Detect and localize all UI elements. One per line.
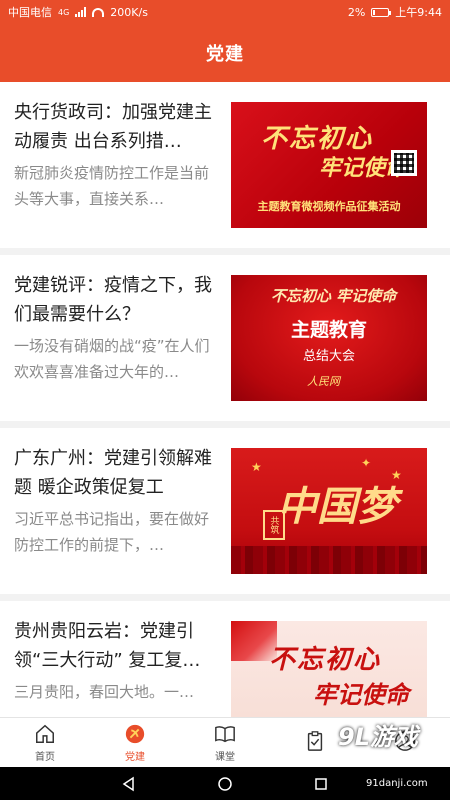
article-title: 党建锐评：疫情之下，我们最需要什么？ <box>14 275 212 325</box>
thumbnail-slogan: 牢记使命 <box>313 680 409 709</box>
signal-icon <box>75 7 87 17</box>
article-summary: 三月贵阳，春回大地。一… <box>14 683 195 701</box>
carrier-label: 中国电信 <box>8 6 52 19</box>
thumbnail-title: 主题教育 <box>290 319 367 341</box>
article-summary: 新冠肺炎疫情防控工作是当前头等大事，直接关系… <box>14 164 210 208</box>
tab-label: 党建 <box>125 751 145 763</box>
tab-label: 首页 <box>35 751 55 763</box>
party-emblem-icon <box>125 724 145 743</box>
article-title: 广东广州：党建引领解难题 暖企政策促复工 <box>14 448 212 498</box>
thumbnail-slogan: 不忘初心 <box>269 645 382 675</box>
book-icon <box>215 725 235 742</box>
tab-label: 课堂 <box>215 751 235 763</box>
article-thumbnail: ★ ★ ✦ 共筑 中国梦 <box>231 448 427 574</box>
thumbnail-slogan: 不忘初心 牢记使命 <box>271 287 397 305</box>
star-icon: ★ <box>251 460 262 474</box>
article-thumbnail: 不忘初心 牢记使命 主题教育微视频作品征集活动 <box>231 102 427 228</box>
home-icon <box>36 724 54 743</box>
article-card[interactable]: 贵州贵阳云岩：党建引领“三大行动” 复工复… 三月贵阳，春回大地。一… 不忘初心… <box>0 601 450 717</box>
clock: 上午9:44 <box>395 6 442 19</box>
battery-icon <box>371 7 392 17</box>
qr-code-icon <box>391 150 417 176</box>
wifi-icon <box>92 7 105 17</box>
thumbnail-headline: 中国梦 <box>277 483 397 530</box>
status-bar: 中国电信 4G 200K/s 2% 上午9:44 <box>0 0 450 24</box>
article-title: 贵州贵阳云岩：党建引领“三大行动” 复工复… <box>14 621 201 671</box>
article-card[interactable]: 党建锐评：疫情之下，我们最需要什么？ 一场没有硝烟的战“疫”在人们欢欢喜喜准备过… <box>0 255 450 421</box>
article-thumbnail: 不忘初心 牢记使命 主题教育 总结大会 人民网 <box>231 275 427 401</box>
watermark-url: 91danji.com <box>366 778 428 789</box>
thumbnail-subtitle: 总结大会 <box>302 349 355 364</box>
thumbnail-logo: 人民网 <box>307 375 340 388</box>
clipboard-icon <box>307 731 323 751</box>
tab-party-building[interactable]: 党建 <box>90 718 180 767</box>
watermark-logo: 9L游戏 <box>338 722 418 751</box>
article-card[interactable]: 广东广州：党建引领解难题 暖企政策促复工 习近平总书记指出，要在做好防控工作的前… <box>0 428 450 594</box>
article-thumbnail: 不忘初心 牢记使命 <box>231 621 427 717</box>
article-feed[interactable]: 央行货政司：加强党建主动履责 出台系列措… 新冠肺炎疫情防控工作是当前头等大事，… <box>0 82 450 717</box>
article-summary: 一场没有硝烟的战“疫”在人们欢欢喜喜准备过大年的… <box>14 337 210 381</box>
app-header: 党建 <box>0 24 450 82</box>
network-speed: 200K/s <box>110 5 148 19</box>
thumbnail-banner: 主题教育微视频作品征集活动 <box>257 200 401 213</box>
page-title: 党建 <box>206 44 244 65</box>
battery-percent: 2% <box>347 5 366 19</box>
recent-apps-icon[interactable] <box>313 776 329 792</box>
network-type: 4G <box>58 7 70 17</box>
article-summary: 习近平总书记指出，要在做好防控工作的前提下，… <box>14 510 210 554</box>
tab-classroom[interactable]: 课堂 <box>180 718 270 767</box>
back-icon[interactable] <box>121 776 137 792</box>
article-card[interactable]: 央行货政司：加强党建主动履责 出台系列措… 新冠肺炎疫情防控工作是当前头等大事，… <box>0 82 450 248</box>
article-title: 央行货政司：加强党建主动履责 出台系列措… <box>14 102 212 152</box>
tab-home[interactable]: 首页 <box>0 718 90 767</box>
watermark: 9L游戏 <box>338 718 440 751</box>
home-button-icon[interactable] <box>217 776 233 792</box>
skyline-graphic <box>231 546 427 574</box>
star-icon: ✦ <box>361 456 372 470</box>
